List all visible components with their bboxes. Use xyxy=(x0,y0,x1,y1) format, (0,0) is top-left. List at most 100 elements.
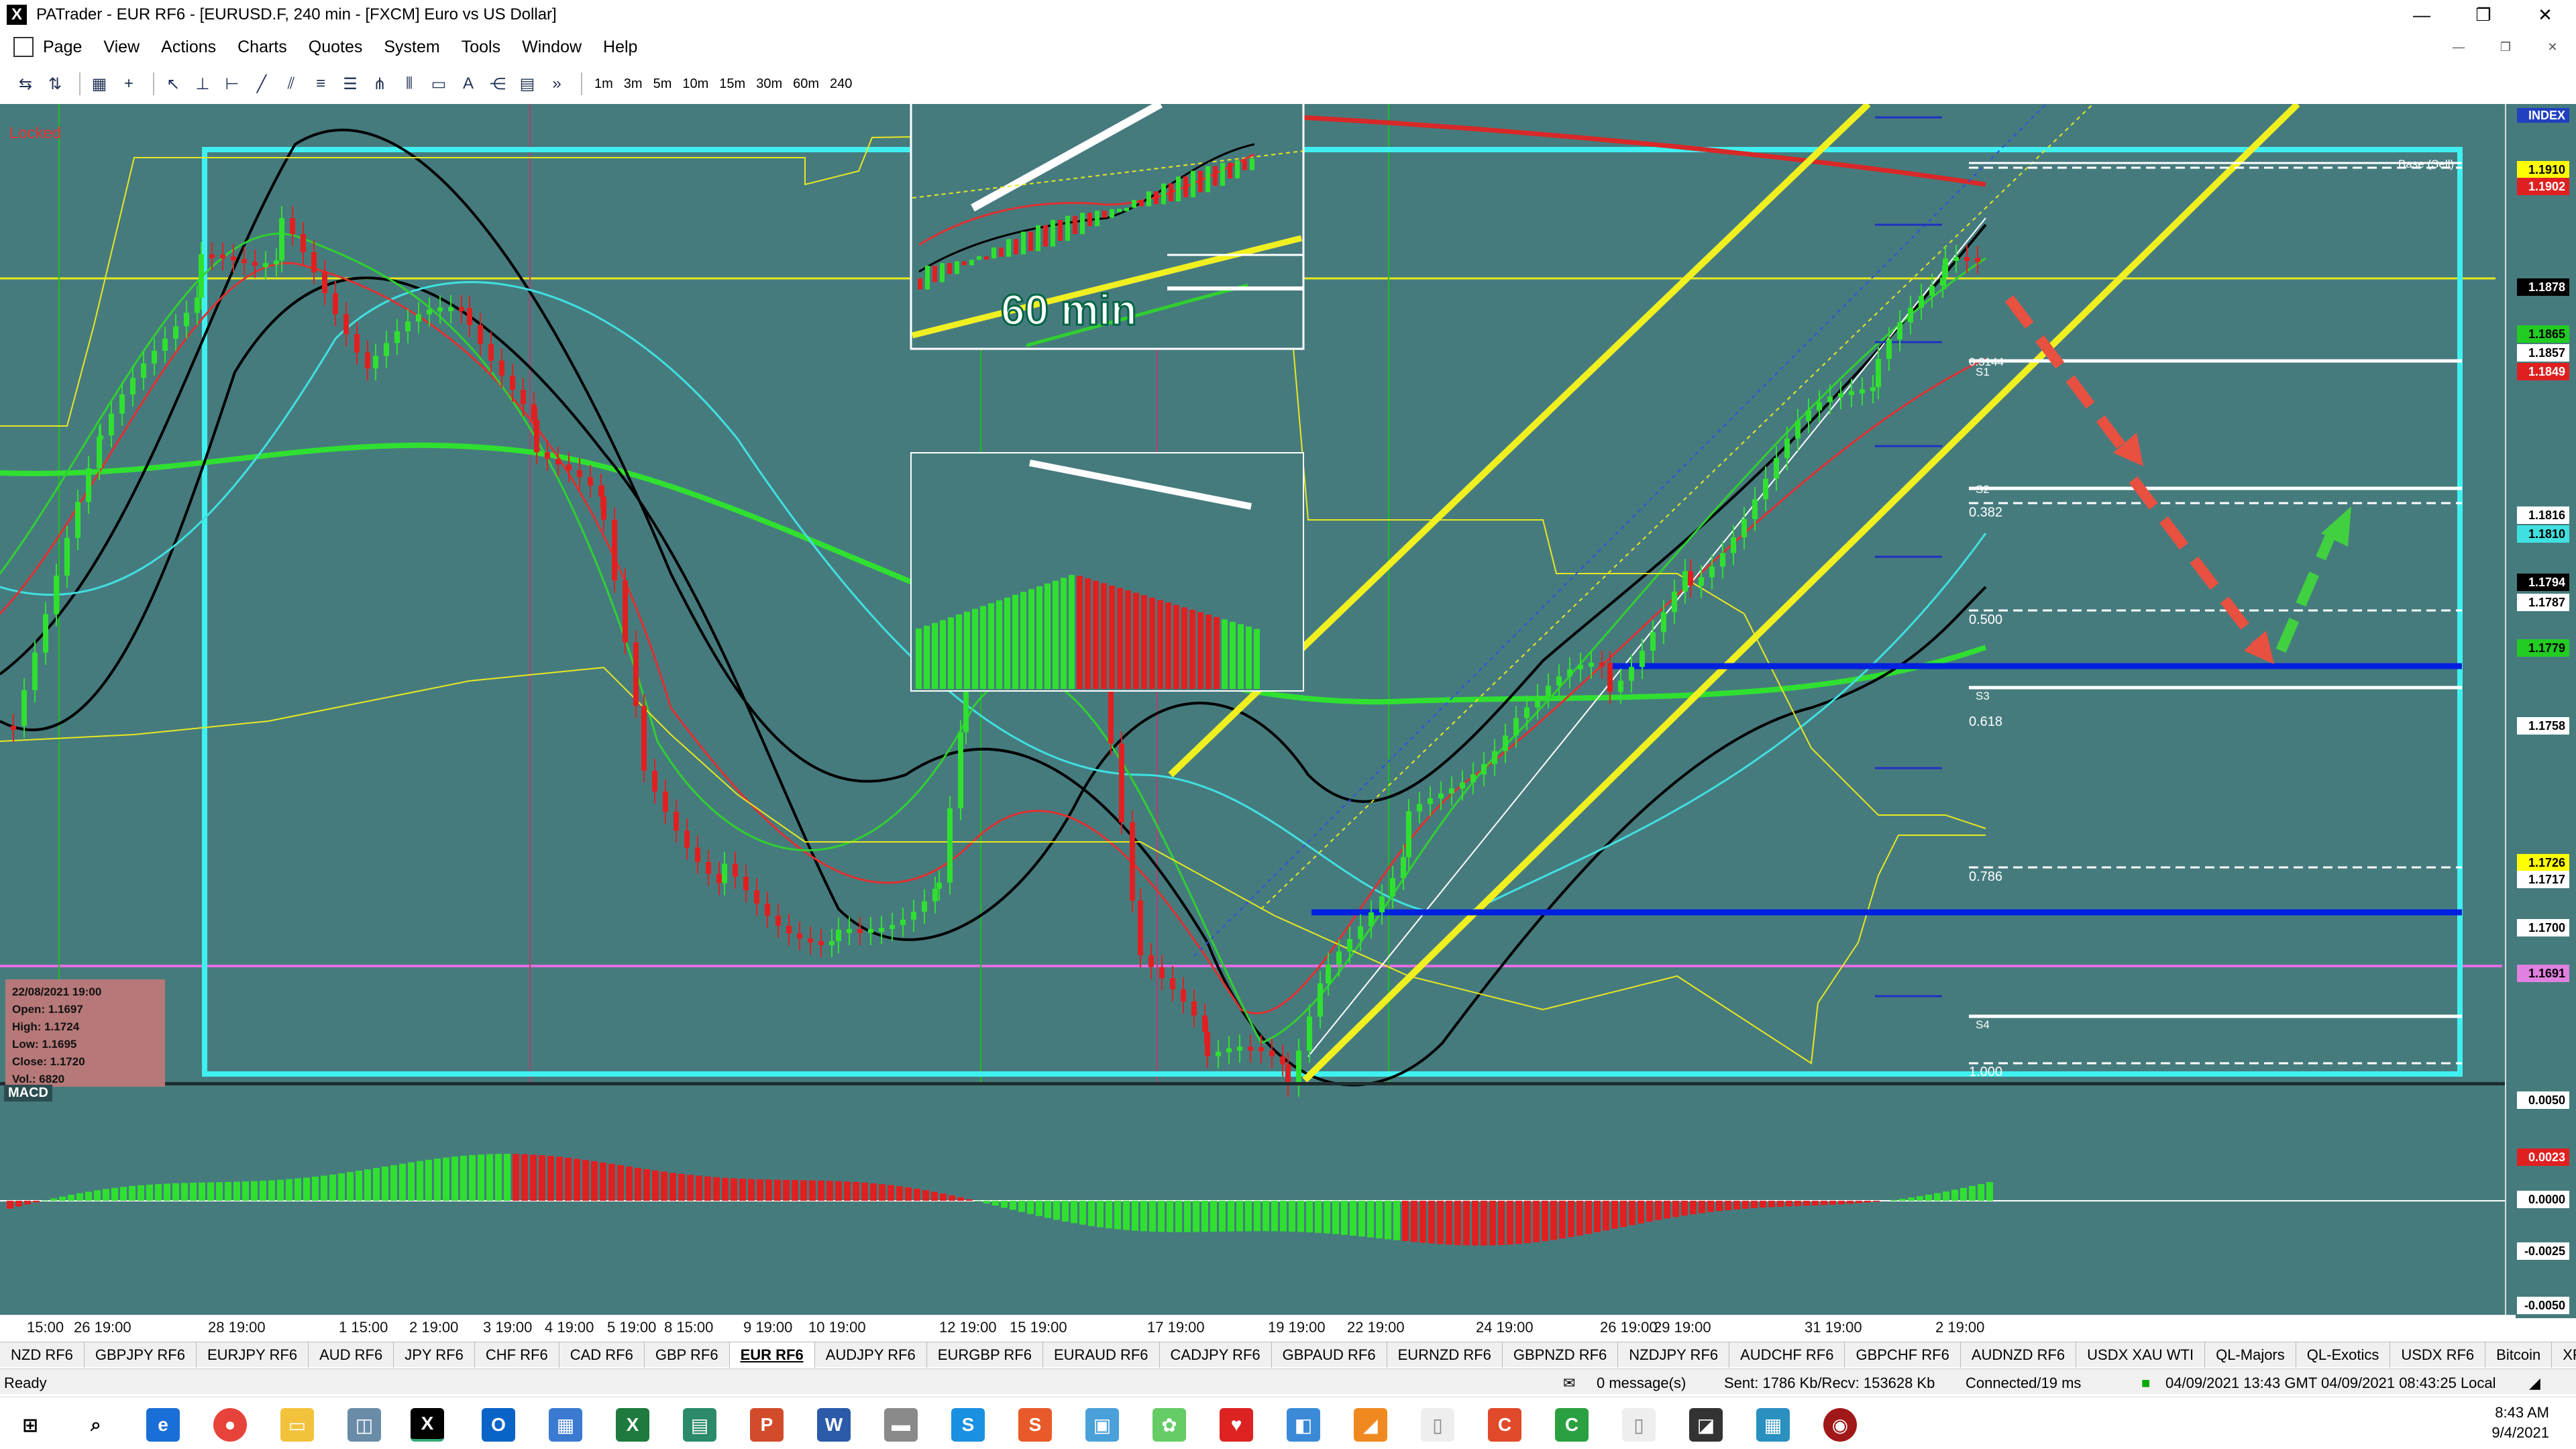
timeframe-30m[interactable]: 30m xyxy=(756,76,782,92)
symbol-tab[interactable]: AUDNZD RF6 xyxy=(1961,1342,2077,1368)
symbol-tab[interactable]: QL-Majors xyxy=(2205,1342,2296,1368)
menu-window[interactable]: Window xyxy=(522,38,582,57)
minimize-button[interactable]: — xyxy=(2391,0,2453,30)
outlook-icon[interactable]: O xyxy=(482,1408,515,1442)
mdi-close-button[interactable]: ✕ xyxy=(2529,32,2576,62)
mail-icon[interactable]: ✉ xyxy=(1563,1375,1575,1392)
app-icon-16[interactable]: S xyxy=(1018,1408,1052,1442)
app-icon-20[interactable]: ◧ xyxy=(1287,1408,1320,1442)
timeframe-60m[interactable]: 60m xyxy=(793,76,819,92)
windows-start-icon[interactable]: ⊞ xyxy=(13,1408,47,1442)
symbol-tab[interactable]: EURNZD RF6 xyxy=(1387,1342,1503,1368)
menu-actions[interactable]: Actions xyxy=(161,38,216,57)
resize-grip-icon[interactable]: ◢ xyxy=(2529,1375,2540,1392)
menu-tools[interactable]: Tools xyxy=(462,38,500,57)
close-button[interactable]: ✕ xyxy=(2514,0,2576,30)
symbol-tab[interactable]: EUR RF6 xyxy=(729,1342,815,1368)
app-icon-19[interactable]: ♥ xyxy=(1220,1408,1253,1442)
hline-tool-icon[interactable]: ⊥ xyxy=(191,72,215,96)
symbol-tab[interactable]: CADJPY RF6 xyxy=(1160,1342,1272,1368)
menu-charts[interactable]: Charts xyxy=(237,38,287,57)
maximize-button[interactable]: ❐ xyxy=(2453,0,2514,30)
app-icon-22[interactable]: ▯ xyxy=(1421,1408,1454,1442)
app-icon-14[interactable]: ▬ xyxy=(884,1408,918,1442)
symbol-tab[interactable]: EURGBP RF6 xyxy=(927,1342,1043,1368)
symbol-tab[interactable]: NZD RF6 xyxy=(0,1342,85,1368)
timeframe-240[interactable]: 240 xyxy=(830,76,852,92)
grid-tool-icon[interactable]: ▤ xyxy=(515,72,539,96)
app-icon-24[interactable]: C xyxy=(1555,1408,1589,1442)
chart-type-icon[interactable]: ▦ xyxy=(87,72,111,96)
symbol-tab[interactable]: AUDJPY RF6 xyxy=(815,1342,927,1368)
symbol-tab[interactable]: GBPCHF RF6 xyxy=(1845,1342,1961,1368)
symbol-tab[interactable]: CAD RF6 xyxy=(559,1342,645,1368)
more-tools-icon[interactable]: » xyxy=(545,72,569,96)
symbol-tab[interactable]: EURAUD RF6 xyxy=(1043,1342,1160,1368)
app-icon-11[interactable]: ▤ xyxy=(683,1408,716,1442)
menu-quotes[interactable]: Quotes xyxy=(309,38,363,57)
symbol-tab[interactable]: NZDJPY RF6 xyxy=(1618,1342,1730,1368)
timeframe-10m[interactable]: 10m xyxy=(682,76,708,92)
symbol-tab[interactable]: GBPNZD RF6 xyxy=(1503,1342,1619,1368)
fib-tool-icon[interactable]: ≡ xyxy=(309,72,333,96)
menu-view[interactable]: View xyxy=(103,38,140,57)
app-icon-27[interactable]: ▦ xyxy=(1756,1408,1790,1442)
symbol-tab[interactable]: Bitcoin xyxy=(2485,1342,2553,1368)
symbol-tab[interactable]: AUDCHF RF6 xyxy=(1729,1342,1845,1368)
timeframe-15m[interactable]: 15m xyxy=(719,76,745,92)
app-icon-28[interactable]: ◉ xyxy=(1823,1408,1857,1442)
mdi-restore-button[interactable]: ❐ xyxy=(2482,32,2529,62)
powerpoint-icon[interactable]: P xyxy=(750,1408,784,1442)
trendline-tool-icon[interactable]: ╱ xyxy=(250,72,274,96)
price-chart[interactable]: Locked 60 min 22/08/2021 19:00 Open: 1.1… xyxy=(0,104,2576,1318)
app-icon-5[interactable]: ◫ xyxy=(347,1408,381,1442)
symbol-tab[interactable]: CHF RF6 xyxy=(475,1342,559,1368)
symbol-tab[interactable]: GBP RF6 xyxy=(645,1342,730,1368)
chrome-icon[interactable]: ● xyxy=(213,1408,247,1442)
app-icon-26[interactable]: ◪ xyxy=(1689,1408,1723,1442)
symbol-tab[interactable]: AUD RF6 xyxy=(309,1342,394,1368)
text-tool-icon[interactable]: A xyxy=(456,72,480,96)
symbol-tab[interactable]: GBPJPY RF6 xyxy=(85,1342,197,1368)
gann-tool-icon[interactable]: ☰ xyxy=(338,72,362,96)
mdi-minimize-button[interactable]: — xyxy=(2435,32,2482,62)
app-icon-23[interactable]: C xyxy=(1488,1408,1521,1442)
menu-page[interactable]: Page xyxy=(43,38,82,57)
patrader-icon[interactable]: X xyxy=(411,1408,444,1442)
app-icon-25[interactable]: ▯ xyxy=(1622,1408,1656,1442)
cursor-icon[interactable]: ↖ xyxy=(161,72,185,96)
channel-tool-icon[interactable]: ⫽ xyxy=(279,72,303,96)
app-icon-21[interactable]: ◢ xyxy=(1354,1408,1387,1442)
skype-icon[interactable]: S xyxy=(951,1408,985,1442)
menu-system[interactable]: System xyxy=(384,38,439,57)
timeframe-5m[interactable]: 5m xyxy=(653,76,672,92)
pitchfork-tool-icon[interactable]: ⋲ xyxy=(486,72,510,96)
symbol-tab[interactable]: EURJPY RF6 xyxy=(197,1342,309,1368)
file-explorer-icon[interactable]: ▭ xyxy=(280,1408,314,1442)
symbol-tab[interactable]: QL-Exotics xyxy=(2296,1342,2391,1368)
symbol-tab[interactable]: USDX XAU WTI xyxy=(2076,1342,2206,1368)
taskbar-clock[interactable]: 8:43 AM 9/4/2021 xyxy=(2491,1403,2549,1443)
menu-help[interactable]: Help xyxy=(603,38,637,57)
crosshair-icon[interactable]: + xyxy=(117,72,141,96)
search-icon[interactable]: ⌕ xyxy=(79,1408,113,1442)
symbol-tab[interactable]: JPY RF6 xyxy=(394,1342,475,1368)
symbol-tab[interactable]: USDX RF6 xyxy=(2390,1342,2486,1368)
excel-icon[interactable]: X xyxy=(616,1408,649,1442)
chart-canvas[interactable] xyxy=(0,104,2576,1315)
vline-tool-icon[interactable]: ⊢ xyxy=(220,72,244,96)
timeframe-3m[interactable]: 3m xyxy=(624,76,643,92)
timeframe-1m[interactable]: 1m xyxy=(594,76,613,92)
app-icon-18[interactable]: ✿ xyxy=(1152,1408,1186,1442)
app-icon-17[interactable]: ▣ xyxy=(1085,1408,1119,1442)
crosshair-toggle-icon[interactable]: ⇅ xyxy=(43,72,67,96)
chart-icon[interactable] xyxy=(13,37,34,57)
word-icon[interactable]: W xyxy=(817,1408,851,1442)
edge-icon[interactable]: e xyxy=(146,1408,180,1442)
fan-tool-icon[interactable]: ⋔ xyxy=(368,72,392,96)
symbol-tab[interactable]: XRPUSDRF6 xyxy=(2552,1342,2576,1368)
cycle-tool-icon[interactable]: ⦀ xyxy=(397,72,421,96)
symbol-tab[interactable]: GBPAUD RF6 xyxy=(1272,1342,1387,1368)
rectangle-tool-icon[interactable]: ▭ xyxy=(427,72,451,96)
scroll-left-icon[interactable]: ⇆ xyxy=(13,72,38,96)
